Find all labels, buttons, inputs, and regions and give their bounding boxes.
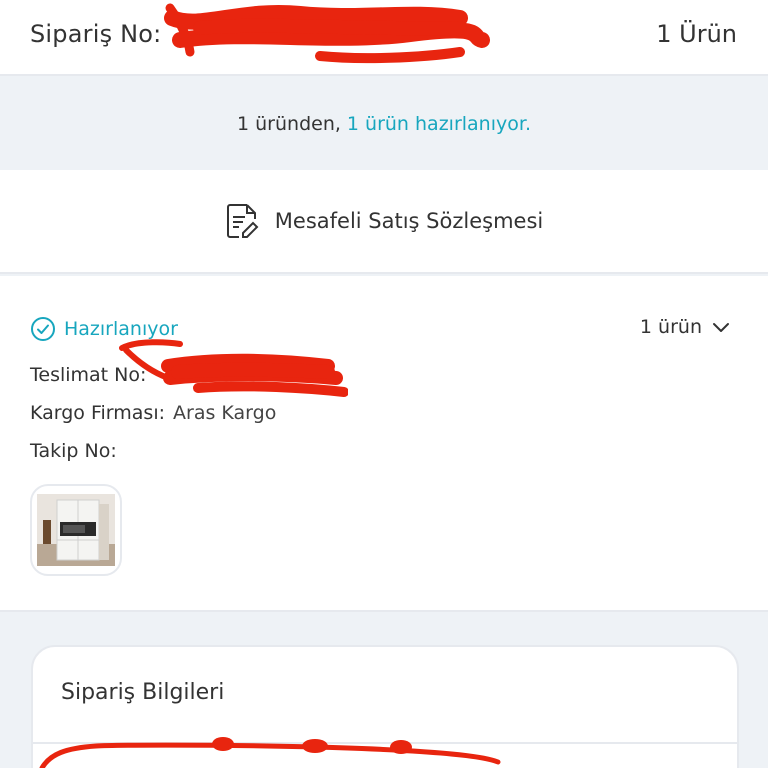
status-summary: 1 üründen, 1 ürün hazırlanıyor. [0,78,768,170]
status-label: Hazırlanıyor [64,318,178,340]
order-number-label: Sipariş No: [30,20,162,48]
redaction-mark [119,339,348,397]
contract-label: Mesafeli Satış Sözleşmesi [274,209,544,233]
item-toggle-button[interactable]: 1 ürün [640,316,730,338]
package-section: Hazırlanıyor 1 ürün Teslimat No: Kargo F… [0,276,768,612]
distance-sales-contract-row[interactable]: Mesafeli Satış Sözleşmesi [0,170,768,274]
order-info-card: Sipariş Bilgileri [31,645,739,768]
redaction-mark [164,3,490,64]
divider [33,742,737,744]
delivery-number-row: Teslimat No: [30,364,146,386]
check-circle-icon [31,317,55,341]
chevron-down-icon [713,323,729,332]
summary-text: 1 üründen, [237,113,341,135]
summary-highlight: 1 ürün hazırlanıyor. [346,113,531,135]
delivery-number-label: Teslimat No: [30,364,147,386]
document-edit-icon [226,204,259,238]
order-item-count: 1 Ürün [656,20,737,48]
cargo-company-value: Aras Kargo [173,402,277,424]
item-toggle-label: 1 ürün [639,316,702,338]
tracking-number-label: Takip No: [30,440,117,462]
product-image [37,494,115,566]
order-detail-page: Sipariş No: 1 Ürün 1 üründen, 1 ürün haz… [0,0,768,768]
product-thumbnail[interactable] [30,484,122,576]
tracking-number-row: Takip No: [30,440,117,462]
cargo-company-row: Kargo Firması: Aras Kargo [30,402,276,424]
package-status: Hazırlanıyor [30,316,178,342]
order-info-title: Sipariş Bilgileri [61,680,225,705]
cargo-company-label: Kargo Firması: [30,402,166,424]
order-header: Sipariş No: 1 Ürün [0,0,768,76]
